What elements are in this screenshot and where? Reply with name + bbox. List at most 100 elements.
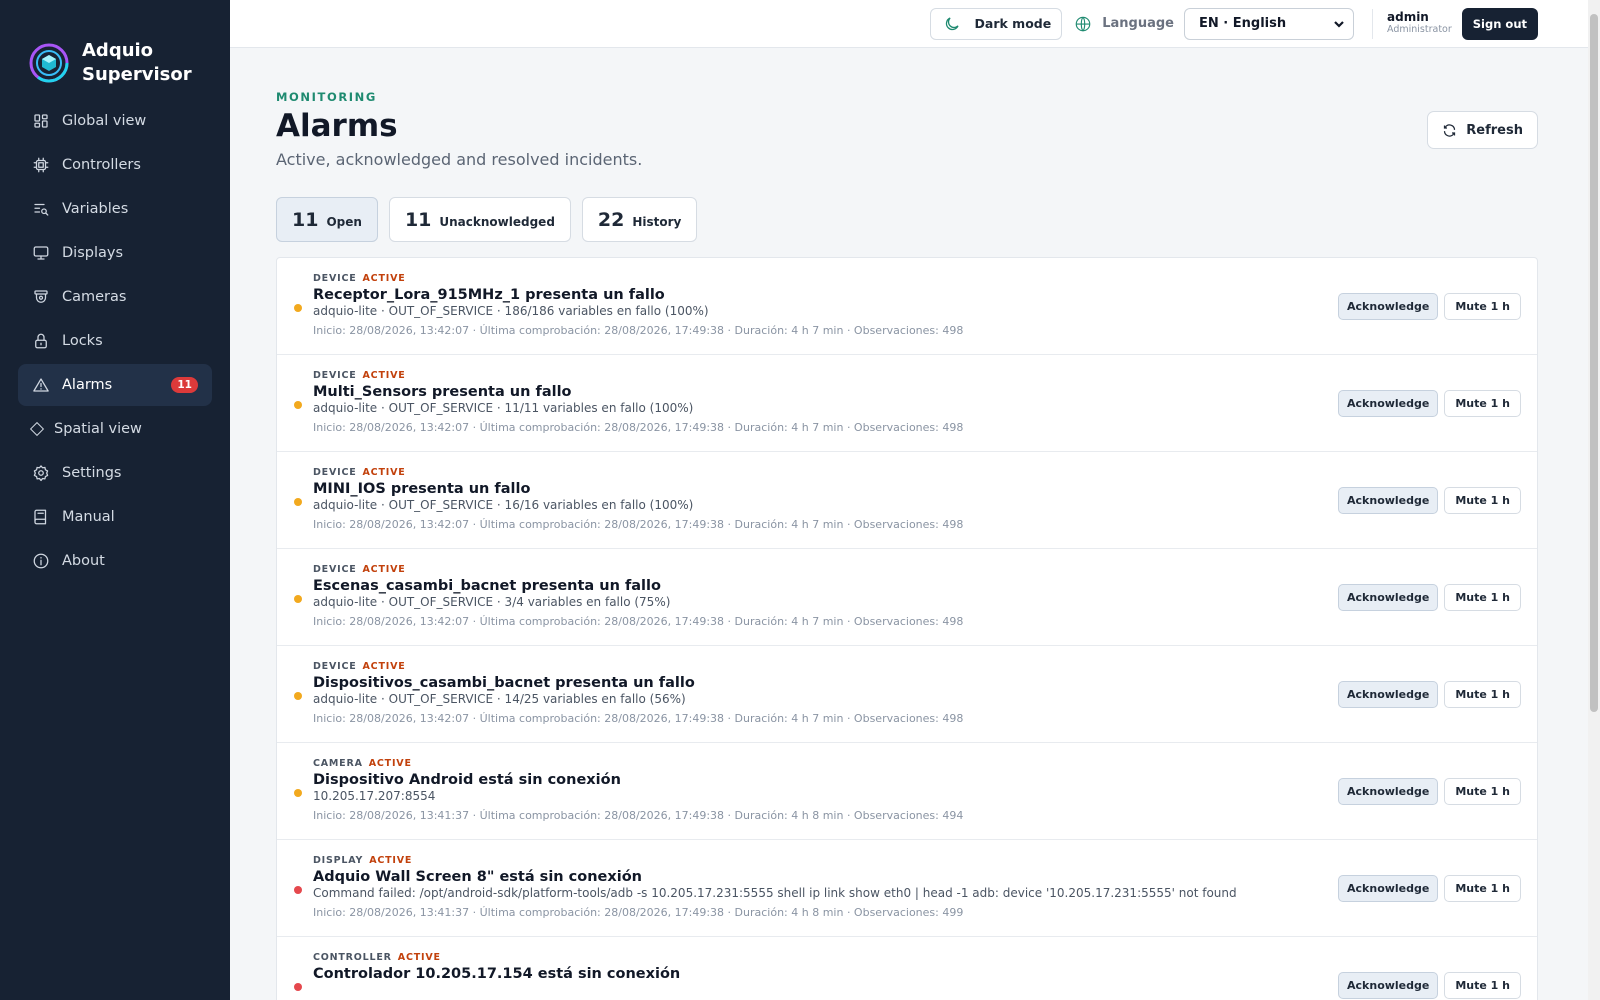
alarm-state-tag: ACTIVE xyxy=(362,273,406,284)
alarm-type-tag: DEVICE xyxy=(313,370,357,381)
alarm-tags: DEVICE ACTIVE xyxy=(313,661,1537,672)
tab-unacknowledged[interactable]: 11 Unacknowledged xyxy=(388,197,571,242)
alarm-state-tag: ACTIVE xyxy=(369,855,413,866)
acknowledge-button[interactable]: Acknowledge xyxy=(1338,487,1439,514)
status-dot-icon xyxy=(294,983,302,991)
sidebar-item-locks[interactable]: Locks xyxy=(18,320,212,362)
mute-button[interactable]: Mute 1 h xyxy=(1444,584,1521,611)
alarm-meta: Inicio: 28/08/2026, 13:41:37 · Última co… xyxy=(313,906,964,919)
alarm-tags: CONTROLLER ACTIVE xyxy=(313,952,1537,963)
mute-button[interactable]: Mute 1 h xyxy=(1444,778,1521,805)
alarm-tags: DISPLAY ACTIVE xyxy=(313,855,1537,866)
alarm-row[interactable]: DISPLAY ACTIVE Adquio Wall Screen 8" está … xyxy=(277,840,1537,937)
sidebar-item-label: Settings xyxy=(62,465,122,481)
user-name: admin xyxy=(1387,10,1429,24)
alarm-type-tag: CAMERA xyxy=(313,758,363,769)
refresh-button[interactable]: Refresh xyxy=(1427,111,1538,149)
alarm-actions: Acknowledge Mute 1 h xyxy=(1338,778,1521,805)
alarm-actions: Acknowledge Mute 1 h xyxy=(1338,390,1521,417)
alarm-state-tag: ACTIVE xyxy=(362,467,406,478)
language-select-value: EN · English xyxy=(1199,16,1287,31)
topbar: Dark mode Language EN · English admin Ad… xyxy=(230,0,1588,48)
sidebar: Adquio Supervisor Global view Controller… xyxy=(0,0,230,1000)
tab-count: 11 xyxy=(404,208,432,231)
alarm-tags: DEVICE ACTIVE xyxy=(313,467,1537,478)
alarm-meta: Inicio: 28/08/2026, 13:42:07 · Última co… xyxy=(313,324,964,337)
mute-button[interactable]: Mute 1 h xyxy=(1444,293,1521,320)
gear-icon xyxy=(33,465,49,482)
status-dot-icon xyxy=(294,692,302,700)
alarm-row[interactable]: DEVICE ACTIVE Receptor_Lora_915MHz_1 prese… xyxy=(277,258,1537,355)
tab-open[interactable]: 11 Open xyxy=(276,197,378,242)
mute-button[interactable]: Mute 1 h xyxy=(1444,681,1521,708)
scrollbar-thumb[interactable] xyxy=(1590,14,1598,712)
status-dot-icon xyxy=(294,498,302,506)
list-search-icon xyxy=(34,203,49,216)
mute-button[interactable]: Mute 1 h xyxy=(1444,390,1521,417)
alarm-row[interactable]: DEVICE ACTIVE Dispositivos_casambi_bacnet … xyxy=(277,646,1537,743)
brand[interactable]: Adquio Supervisor xyxy=(0,0,230,100)
tab-count: 22 xyxy=(597,208,625,231)
sidebar-nav: Global view Controllers Variables Displa… xyxy=(0,100,230,582)
alarm-actions: Acknowledge Mute 1 h xyxy=(1338,487,1521,514)
language-label: Language xyxy=(1074,15,1174,33)
acknowledge-button[interactable]: Acknowledge xyxy=(1338,778,1439,805)
diamond-icon xyxy=(29,421,45,437)
sidebar-item-settings[interactable]: Settings xyxy=(18,452,212,494)
sidebar-item-variables[interactable]: Variables xyxy=(18,188,212,230)
page-scrollbar[interactable] xyxy=(1588,0,1600,1000)
acknowledge-button[interactable]: Acknowledge xyxy=(1338,390,1439,417)
acknowledge-button[interactable]: Acknowledge xyxy=(1338,681,1439,708)
main-content: MONITORING Alarms Active, acknowledged a… xyxy=(276,48,1538,1000)
alarm-row[interactable]: DEVICE ACTIVE Escenas_casambi_bacnet prese… xyxy=(277,549,1537,646)
tab-label: Open xyxy=(326,215,362,229)
topbar-divider xyxy=(1372,8,1373,39)
sidebar-item-alarms[interactable]: Alarms 11 xyxy=(18,364,212,406)
page-title: Alarms xyxy=(276,108,398,144)
alarm-tags: DEVICE ACTIVE xyxy=(313,370,1537,381)
dark-mode-button[interactable]: Dark mode xyxy=(929,7,1063,40)
mute-button[interactable]: Mute 1 h xyxy=(1444,972,1521,999)
alarm-actions: Acknowledge Mute 1 h xyxy=(1338,293,1521,320)
alarm-row[interactable]: CAMERA ACTIVE Dispositivo Android está sin… xyxy=(277,743,1537,840)
sidebar-item-displays[interactable]: Displays xyxy=(18,232,212,274)
acknowledge-button[interactable]: Acknowledge xyxy=(1338,293,1439,320)
lock-icon xyxy=(35,333,47,349)
alarm-type-tag: DEVICE xyxy=(313,273,357,284)
camera-icon xyxy=(34,290,48,303)
sidebar-item-global-view[interactable]: Global view xyxy=(18,100,212,142)
alarm-tags: DEVICE ACTIVE xyxy=(313,564,1537,575)
sidebar-item-controllers[interactable]: Controllers xyxy=(18,144,212,186)
tab-count: 11 xyxy=(292,208,319,231)
grid-icon xyxy=(34,114,48,128)
sidebar-item-manual[interactable]: Manual xyxy=(18,496,212,538)
user-role: Administrator xyxy=(1387,24,1452,35)
acknowledge-button[interactable]: Acknowledge xyxy=(1338,584,1439,611)
sidebar-item-about[interactable]: About xyxy=(18,540,212,582)
mute-button[interactable]: Mute 1 h xyxy=(1444,487,1521,514)
moon-icon xyxy=(945,16,959,30)
alarm-meta: Inicio: 28/08/2026, 13:42:07 · Última co… xyxy=(313,615,964,628)
tab-history[interactable]: 22 History xyxy=(581,197,698,242)
alarm-row[interactable]: DEVICE ACTIVE MINI_IOS presenta un fallo ad… xyxy=(277,452,1537,549)
book-icon xyxy=(34,509,47,525)
sidebar-item-cameras[interactable]: Cameras xyxy=(18,276,212,318)
sidebar-item-label: Cameras xyxy=(62,289,127,305)
status-dot-icon xyxy=(294,789,302,797)
page-eyebrow: MONITORING xyxy=(276,90,377,104)
alarm-type-tag: DISPLAY xyxy=(313,855,364,866)
acknowledge-button[interactable]: Acknowledge xyxy=(1338,972,1439,999)
alarm-actions: Acknowledge Mute 1 h xyxy=(1338,584,1521,611)
sign-out-button[interactable]: Sign out xyxy=(1461,7,1538,40)
warning-icon xyxy=(33,378,49,392)
status-dot-icon xyxy=(294,886,302,894)
sidebar-item-label: Spatial view xyxy=(54,421,142,437)
alarm-row[interactable]: CONTROLLER ACTIVE Controlador 10.205.17.15… xyxy=(277,937,1537,1000)
alarm-row[interactable]: DEVICE ACTIVE Multi_Sensors presenta un fa… xyxy=(277,355,1537,452)
acknowledge-button[interactable]: Acknowledge xyxy=(1338,875,1439,902)
sidebar-item-spatial-view[interactable]: Spatial view xyxy=(18,408,212,450)
language-select[interactable]: EN · English xyxy=(1184,7,1354,40)
language-label-text: Language xyxy=(1102,16,1174,31)
mute-button[interactable]: Mute 1 h xyxy=(1444,875,1521,902)
app-name-line1: Adquio xyxy=(82,40,154,61)
